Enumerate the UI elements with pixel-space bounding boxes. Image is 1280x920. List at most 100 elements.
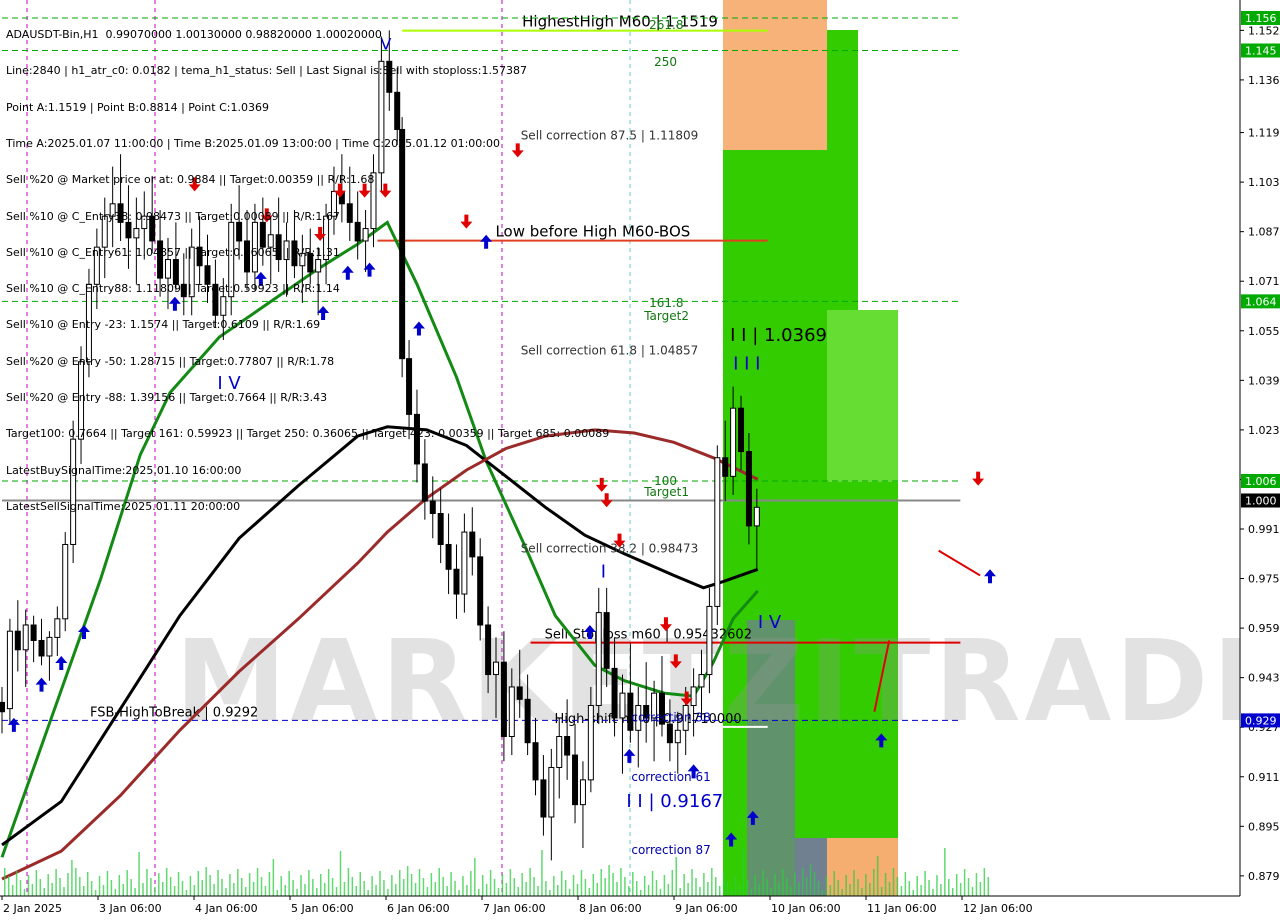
volume-bar	[67, 873, 69, 896]
volume-bar	[237, 869, 239, 896]
volume-bar	[718, 886, 721, 896]
candle-body	[564, 735, 571, 756]
volume-bar	[703, 873, 705, 896]
volume-bar	[892, 868, 895, 896]
volume-bar	[521, 873, 523, 896]
volume-bar	[699, 887, 701, 896]
volume-bar	[825, 876, 828, 896]
wave-label: I I | 1.0369	[730, 325, 827, 346]
volume-bar	[545, 881, 547, 896]
volume-bar	[655, 880, 658, 896]
price-tag-label: 1.145	[1245, 44, 1277, 57]
volume-bar	[169, 877, 172, 896]
candle-body	[516, 686, 523, 700]
volume-bar	[130, 879, 132, 896]
volume-bar	[758, 884, 760, 896]
price-tick-label: 1.055	[1248, 325, 1280, 338]
volume-bar	[549, 890, 551, 896]
candle-body	[0, 701, 5, 713]
volume-bar	[177, 872, 180, 896]
volume-bar	[667, 884, 670, 896]
volume-bar	[276, 890, 279, 896]
volume-bar	[560, 871, 563, 896]
volume-bar	[497, 888, 500, 896]
volume-bar	[79, 877, 81, 896]
time-tick-label: 7 Jan 06:00	[483, 902, 546, 915]
volume-bar	[876, 856, 879, 896]
volume-bar	[450, 872, 452, 896]
volume-bar	[252, 882, 255, 896]
volume-bar	[272, 859, 275, 896]
volume-bar	[695, 878, 697, 896]
volume-bar	[351, 877, 354, 896]
volume-bar	[173, 886, 176, 896]
volume-bar	[766, 879, 768, 896]
volume-bar	[213, 884, 215, 896]
volume-bar	[639, 890, 642, 896]
candle-body	[730, 407, 737, 477]
volume-bar	[845, 875, 847, 896]
volume-bar	[217, 870, 219, 896]
volume-bar	[39, 879, 42, 896]
price-tag-label: 1.064	[1245, 295, 1277, 308]
volume-bar	[225, 888, 227, 896]
zone-label: correction 38	[631, 710, 710, 724]
volume-bar	[244, 887, 247, 896]
candle-body	[46, 636, 53, 657]
time-tick-label: 8 Jan 06:00	[579, 902, 642, 915]
volume-bar	[612, 873, 614, 896]
volume-bar	[944, 848, 946, 896]
time-tick-label: 4 Jan 06:00	[195, 902, 258, 915]
volume-bar	[134, 888, 136, 896]
volume-bar	[687, 883, 689, 896]
volume-bar	[154, 887, 156, 896]
time-tick-label: 3 Jan 06:00	[99, 902, 162, 915]
volume-bar	[292, 880, 294, 896]
volume-bar	[553, 876, 555, 896]
price-tick-label: 1.071	[1248, 275, 1280, 288]
volume-bar	[908, 881, 911, 896]
volume-bar	[55, 869, 57, 896]
sell-arrow-icon	[972, 471, 985, 486]
volume-bar	[15, 871, 18, 896]
zone-label: correction 61	[631, 770, 710, 784]
volume-bar	[750, 889, 753, 896]
price-tick-label: 0.991	[1248, 523, 1280, 536]
volume-bar	[316, 888, 318, 896]
volume-bar	[624, 877, 626, 896]
time-tick-label: 6 Jan 06:00	[387, 902, 450, 915]
volume-bar	[158, 873, 160, 896]
volume-bar	[959, 883, 962, 896]
volume-bar	[150, 878, 152, 896]
volume-bar	[193, 885, 196, 896]
volume-bar	[327, 869, 330, 896]
volume-bar	[474, 858, 476, 896]
volume-bar	[197, 871, 200, 896]
price-tick-label: 0.879	[1248, 870, 1280, 883]
volume-bar	[525, 882, 527, 896]
volume-bar	[782, 869, 784, 896]
orange-zone	[723, 0, 827, 150]
volume-bar	[734, 876, 737, 896]
price-tick-label: 1.023	[1248, 424, 1280, 437]
volume-bar	[379, 871, 381, 896]
candle-body	[461, 531, 468, 595]
zone-label: 161.8	[649, 296, 683, 310]
info-line: Line:2840 | h1_atr_c0: 0.0182 | tema_h1_…	[6, 64, 527, 78]
candle-body	[587, 705, 594, 781]
volume-bar	[537, 886, 539, 896]
time-tick-label: 10 Jan 06:00	[771, 902, 841, 915]
volume-bar	[86, 872, 89, 896]
price-tag-label: 0.929	[1245, 714, 1277, 727]
volume-bar	[308, 870, 310, 896]
volume-bar	[952, 888, 954, 896]
volume-bar	[406, 866, 409, 896]
time-tick-label: 11 Jan 06:00	[867, 902, 937, 915]
candle-body	[556, 735, 563, 768]
volume-bar	[470, 871, 472, 896]
volume-bar	[963, 869, 966, 896]
volume-bar	[414, 883, 417, 896]
volume-bar	[936, 875, 938, 896]
volume-bar	[446, 886, 448, 896]
volume-bar	[572, 875, 575, 896]
